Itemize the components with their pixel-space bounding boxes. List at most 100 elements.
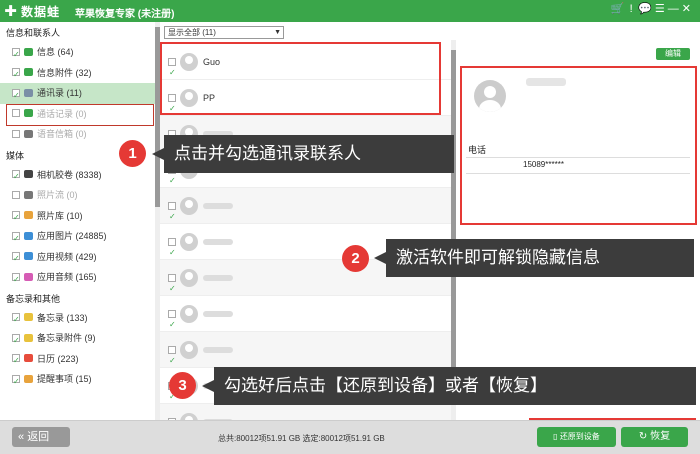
checkbox[interactable]: [12, 270, 20, 290]
recover-button[interactable]: ↻ 恢复: [621, 427, 688, 447]
sidebar-item-label: 应用图片 (24885): [37, 231, 107, 241]
contact-name-blurred: [203, 275, 233, 281]
checkbox[interactable]: [12, 109, 20, 118]
category-icon: [24, 313, 33, 322]
sidebar-item-label: 相机胶卷 (8338): [37, 169, 102, 180]
sidebar-item-label: 信息 (64): [37, 47, 74, 57]
category-icon: [24, 231, 33, 240]
category-icon: [24, 129, 33, 138]
checkbox[interactable]: [12, 86, 20, 106]
sidebar-item[interactable]: 应用图片 (24885): [0, 226, 159, 249]
contact-row[interactable]: PP: [160, 80, 455, 127]
contact-name-blurred: [203, 347, 233, 353]
divider: [466, 157, 690, 158]
sidebar-item[interactable]: 应用音频 (165): [0, 267, 159, 290]
refresh-icon: ↻: [638, 431, 648, 442]
contact-avatar: [474, 80, 506, 112]
scrollbar-thumb[interactable]: [451, 50, 456, 370]
phone-value: 15089******: [523, 160, 564, 169]
title-bar: ✚ 数据蛙 苹果恢复专家 (未注册) 🛒! 💬☰—✕: [0, 0, 700, 22]
category-icon: [24, 170, 33, 179]
contact-row[interactable]: Guo: [160, 44, 455, 91]
callout-step-1: 点击并勾选通讯录联系人: [152, 135, 454, 173]
sidebar-item[interactable]: 备忘录 (133): [0, 308, 159, 330]
filter-select[interactable]: 显示全部 (11) ▼: [164, 26, 284, 39]
sidebar-item[interactable]: 信息附件 (32): [0, 63, 159, 85]
sidebar-section-title: 信息和联系人: [6, 28, 61, 38]
category-sidebar: 信息和联系人信息 (64) 信息附件 (32) 通讯录 (11) 通话记录 (0) 语音…: [0, 22, 160, 420]
checkbox[interactable]: [168, 307, 176, 343]
checkbox[interactable]: [12, 190, 20, 199]
checkbox[interactable]: [12, 129, 20, 138]
checkbox[interactable]: [168, 199, 176, 235]
checkbox[interactable]: [12, 45, 20, 65]
sidebar-item[interactable]: 应用视频 (429): [0, 247, 159, 269]
checkbox[interactable]: [168, 343, 176, 379]
sidebar-item[interactable]: 提醒事项 (15): [0, 369, 159, 392]
sidebar-item[interactable]: 照片流 (0): [0, 185, 159, 206]
list-scrollbar[interactable]: [451, 40, 456, 420]
sidebar-item[interactable]: 相机胶卷 (8338): [0, 165, 159, 187]
sidebar-item[interactable]: 照片库 (10): [0, 206, 159, 228]
checkbox[interactable]: [12, 229, 20, 249]
sidebar-item[interactable]: 备忘录附件 (9): [0, 328, 159, 351]
sidebar-item[interactable]: 通话记录 (0): [0, 104, 159, 125]
sidebar-item[interactable]: 通讯录 (11): [0, 83, 159, 106]
checkbox[interactable]: [12, 65, 20, 85]
checkbox[interactable]: [12, 249, 20, 269]
window-controls: 🛒! 💬☰—✕: [611, 2, 695, 15]
contact-row[interactable]: [160, 188, 455, 235]
sidebar-item[interactable]: 日历 (223): [0, 349, 159, 371]
close-icon[interactable]: ✕: [682, 2, 694, 15]
avatar: [180, 341, 198, 359]
chevron-down-icon: ▼: [274, 29, 281, 36]
checkbox[interactable]: [168, 55, 176, 91]
avatar: [180, 305, 198, 323]
contact-name: PP: [203, 93, 216, 103]
category-icon: [24, 211, 33, 220]
category-icon: [24, 47, 33, 56]
cart-icon[interactable]: 🛒: [611, 2, 628, 15]
contact-name-blurred: [203, 239, 233, 245]
checkbox[interactable]: [12, 372, 20, 392]
divider: [466, 173, 690, 174]
category-icon: [24, 354, 33, 363]
minimize-icon[interactable]: —: [668, 3, 682, 15]
callout-step-3: 勾选好后点击【还原到设备】或者【恢复】: [202, 367, 696, 405]
contact-row[interactable]: [160, 332, 455, 379]
bottom-bar: « 返回 总共:80012项51.91 GB 选定:80012项51.91 GB…: [0, 420, 700, 454]
step-number-3: 3: [169, 372, 196, 399]
sidebar-item-label: 应用音频 (165): [37, 272, 97, 282]
alert-icon[interactable]: !: [627, 3, 638, 15]
checkbox[interactable]: [12, 310, 20, 330]
restore-to-device-button[interactable]: ▯ 还原到设备: [537, 427, 616, 447]
checkbox[interactable]: [12, 351, 20, 371]
contact-name-blurred: [203, 203, 233, 209]
chat-icon[interactable]: 💬: [638, 2, 655, 15]
back-label: 返回: [27, 431, 50, 443]
filter-value: 显示全部 (11): [168, 28, 216, 37]
back-button[interactable]: « 返回: [12, 427, 70, 447]
avatar: [180, 53, 198, 71]
back-icon: «: [18, 431, 25, 443]
checkbox[interactable]: [12, 167, 20, 187]
sidebar-item-label: 语音信箱 (0): [37, 129, 87, 139]
menu-icon[interactable]: ☰: [655, 2, 668, 15]
edit-button[interactable]: 编辑: [656, 48, 690, 60]
contact-list-panel: 显示全部 (11) ▼ Guo PP: [160, 22, 455, 451]
contact-name: Guo: [203, 57, 221, 67]
plus-logo-icon: ✚: [4, 3, 18, 20]
checkbox[interactable]: [168, 271, 176, 307]
avatar: [180, 233, 198, 251]
contact-row[interactable]: [160, 296, 455, 343]
category-icon: [24, 374, 33, 383]
checkbox[interactable]: [168, 235, 176, 271]
checkbox[interactable]: [168, 91, 176, 127]
step-number-2: 2: [342, 245, 369, 272]
category-icon: [24, 333, 33, 342]
sidebar-item[interactable]: 信息 (64): [0, 42, 159, 65]
checkbox[interactable]: [12, 331, 20, 351]
contact-name-blurred: [526, 78, 566, 86]
checkbox[interactable]: [12, 208, 20, 228]
step-number-1: 1: [119, 140, 146, 167]
